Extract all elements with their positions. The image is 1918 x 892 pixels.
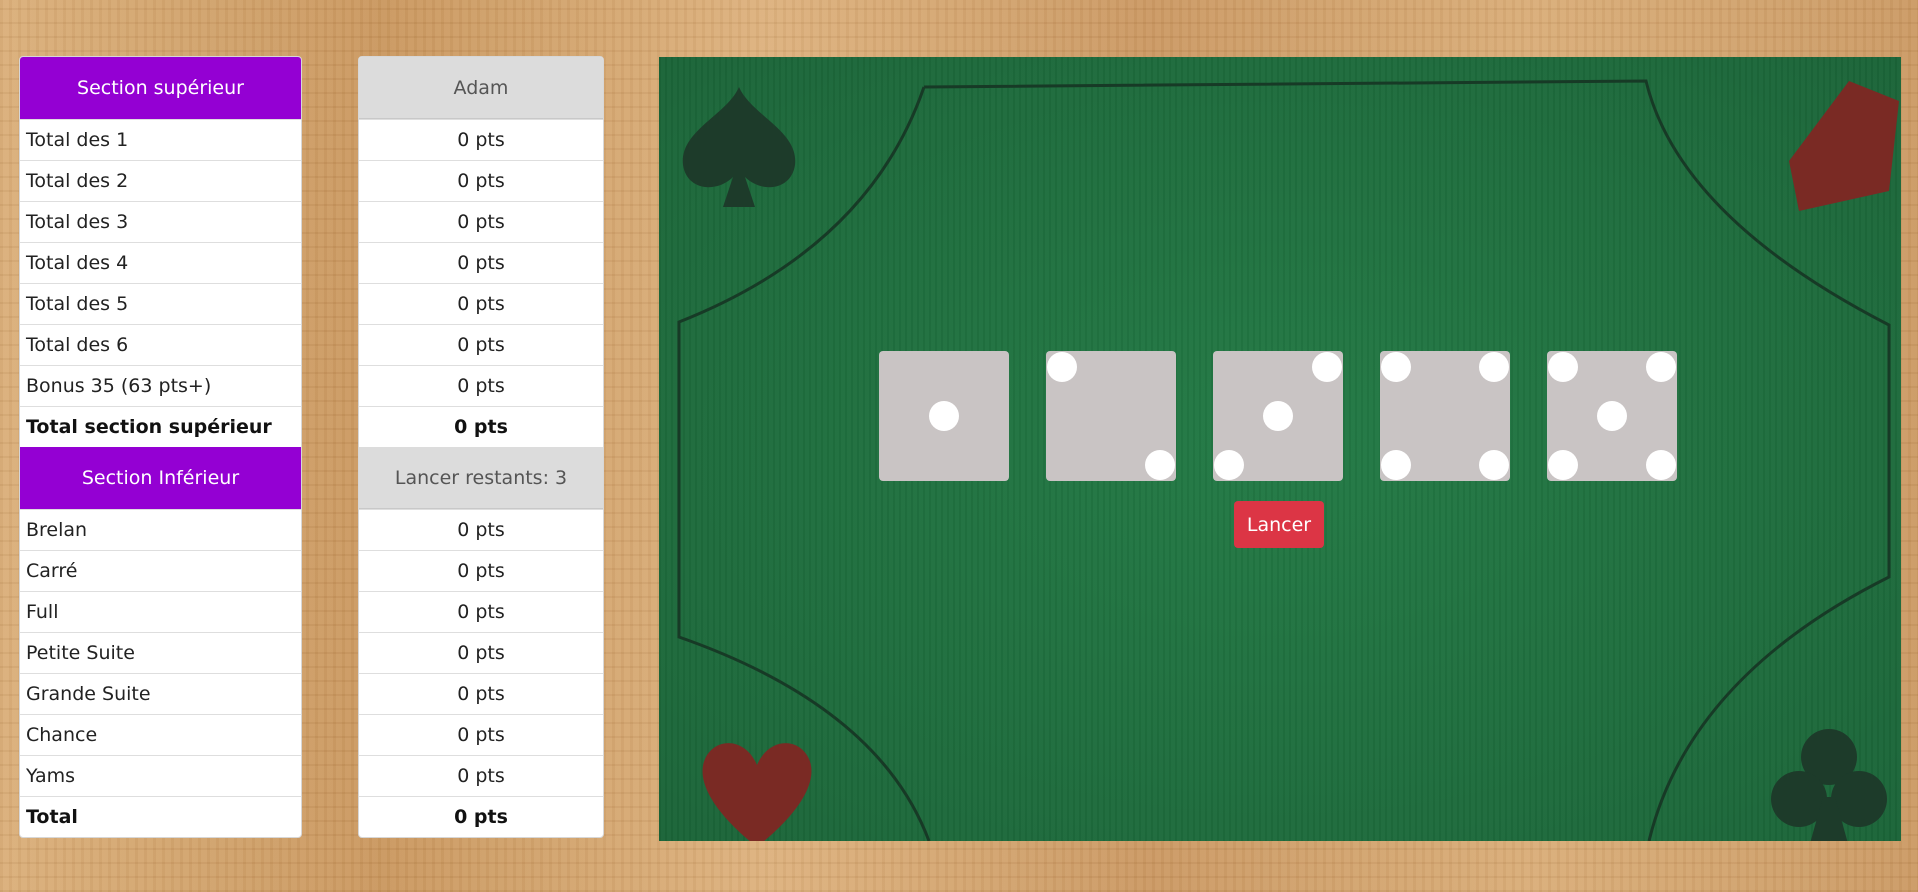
score-upper-total: 0 pts [359, 406, 603, 447]
score-total-4[interactable]: 0 pts [359, 242, 603, 283]
label-total-5: Total des 5 [20, 283, 301, 324]
die-pip [1547, 450, 1578, 481]
score-chance[interactable]: 0 pts [359, 714, 603, 755]
label-total-4: Total des 4 [20, 242, 301, 283]
rolls-remaining: Lancer restants: 3 [359, 447, 603, 509]
die-pip [1646, 351, 1677, 382]
label-upper-total: Total section supérieur [20, 406, 301, 447]
score-bonus: 0 pts [359, 365, 603, 406]
heart-icon [702, 743, 812, 841]
diamond-icon [1789, 81, 1899, 211]
die-pip [929, 401, 959, 431]
club-icon [1771, 729, 1887, 841]
player-score-panel: Adam 0 pts 0 pts 0 pts 0 pts 0 pts 0 pts… [358, 56, 604, 838]
score-petite-suite[interactable]: 0 pts [359, 632, 603, 673]
dice-tray [879, 351, 1677, 481]
die-pip [1145, 450, 1176, 481]
score-total-5[interactable]: 0 pts [359, 283, 603, 324]
die-pip [1479, 351, 1510, 382]
label-chance: Chance [20, 714, 301, 755]
score-full[interactable]: 0 pts [359, 591, 603, 632]
spade-icon [682, 87, 796, 207]
die-pip [1380, 450, 1411, 481]
die-pip [1646, 450, 1677, 481]
label-grand-total: Total [20, 796, 301, 837]
score-total-1[interactable]: 0 pts [359, 119, 603, 160]
die[interactable] [1380, 351, 1510, 481]
player-name-header: Adam [359, 57, 603, 119]
score-grand-total: 0 pts [359, 796, 603, 837]
die[interactable] [1547, 351, 1677, 481]
label-full: Full [20, 591, 301, 632]
label-bonus: Bonus 35 (63 pts+) [20, 365, 301, 406]
label-yams: Yams [20, 755, 301, 796]
die[interactable] [1046, 351, 1176, 481]
score-brelan[interactable]: 0 pts [359, 509, 603, 550]
die-pip [1547, 351, 1578, 382]
score-total-6[interactable]: 0 pts [359, 324, 603, 365]
die-pip [1046, 351, 1077, 382]
label-petite-suite: Petite Suite [20, 632, 301, 673]
score-yams[interactable]: 0 pts [359, 755, 603, 796]
die-pip [1263, 401, 1293, 431]
lower-section-header: Section Inférieur [20, 447, 301, 509]
die-pip [1597, 401, 1627, 431]
score-total-3[interactable]: 0 pts [359, 201, 603, 242]
label-carre: Carré [20, 550, 301, 591]
label-total-3: Total des 3 [20, 201, 301, 242]
score-carre[interactable]: 0 pts [359, 550, 603, 591]
score-labels-panel: Section supérieur Total des 1 Total des … [19, 56, 302, 838]
roll-button[interactable]: Lancer [1234, 501, 1324, 548]
score-grande-suite[interactable]: 0 pts [359, 673, 603, 714]
die-pip [1312, 351, 1343, 382]
die[interactable] [1213, 351, 1343, 481]
label-brelan: Brelan [20, 509, 301, 550]
score-total-2[interactable]: 0 pts [359, 160, 603, 201]
die-pip [1213, 450, 1244, 481]
upper-section-header: Section supérieur [20, 57, 301, 119]
die[interactable] [879, 351, 1009, 481]
game-board: Lancer [659, 57, 1901, 841]
label-total-6: Total des 6 [20, 324, 301, 365]
die-pip [1479, 450, 1510, 481]
die-pip [1380, 351, 1411, 382]
label-total-2: Total des 2 [20, 160, 301, 201]
label-total-1: Total des 1 [20, 119, 301, 160]
label-grande-suite: Grande Suite [20, 673, 301, 714]
